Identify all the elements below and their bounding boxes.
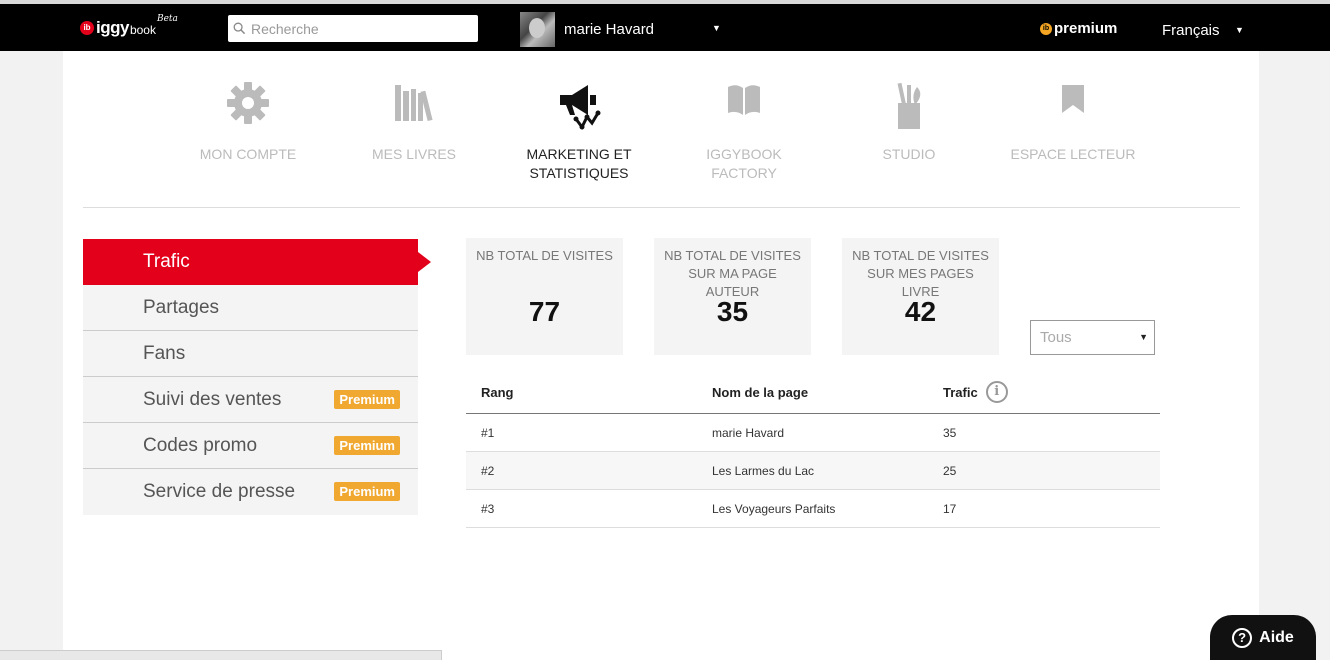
table-row: #3 Les Voyageurs Parfaits 17 [466,490,1160,528]
search-input[interactable] [251,20,471,37]
search-box[interactable] [228,15,478,42]
pencil-cup-icon [897,82,921,129]
sidebar-item-label: Suivi des ventes [143,388,282,410]
info-icon[interactable]: i [985,381,1008,403]
cell-page-name: Les Voyageurs Parfaits [712,501,836,516]
traffic-table: Rang Nom de la page Trafic i #1 marie Ha… [466,371,1160,528]
sidebar-item-label: Service de presse [143,481,296,502]
column-header-trafic: Trafic i [943,371,1008,413]
chevron-down-icon[interactable]: ▼ [712,23,721,33]
sidebar-item-label: Trafic [143,251,190,272]
browser-status-bar [0,650,442,660]
column-header-label: Trafic [943,384,978,400]
stat-value: 77 [528,296,561,327]
table-header-row: Rang Nom de la page Trafic i [466,371,1160,414]
sidebar-item-trafic[interactable]: Trafic [83,239,431,285]
sidebar-item-label: Partages [143,296,220,318]
stat-value: 35 [716,296,749,327]
sidebar-item-codes-promo[interactable]: Codes promo Premium [83,423,418,469]
nav-mon-compte[interactable]: MON COMPTE [178,81,318,164]
period-filter-select[interactable]: Tous ▼ [1030,320,1155,355]
open-book-icon [728,85,760,115]
user-menu[interactable]: marie Havard ▼ [520,12,721,47]
sidebar-item-fans[interactable]: Fans [83,331,418,377]
logo-mark-icon: ib [80,21,94,35]
column-header-nom: Nom de la page [712,384,809,400]
nav-label: STUDIO [882,146,936,162]
language-selector[interactable]: Français [1162,22,1220,39]
stat-value: 42 [904,296,937,327]
premium-badge: Premium [334,482,400,501]
nav-marketing-statistiques[interactable]: MARKETING ET STATISTIQUES [509,81,649,183]
cell-page-name: Les Larmes du Lac [712,463,815,478]
nav-label: IGGYBOOK FACTORY [706,146,782,181]
help-label: Aide [1259,628,1294,646]
sidebar-item-label: Codes promo [143,434,258,456]
nav-label: MON COMPTE [199,146,297,162]
stat-label: NB TOTAL DE VISITES SUR MES PAGES LIVRE [852,248,989,299]
search-icon [233,22,246,35]
premium-badge: Premium [334,390,400,409]
nav-iggybook-factory[interactable]: IGGYBOOK FACTORY [674,81,814,183]
select-value: Tous [1040,329,1072,346]
nav-label: MES LIVRES [371,146,457,162]
bookmark-icon [1062,85,1084,113]
help-button[interactable]: ? Aide [1210,615,1316,660]
stat-label: NB TOTAL DE VISITES [476,248,613,263]
chevron-down-icon: ▼ [1139,332,1148,342]
logo-book-text: book [129,23,156,37]
sidebar-item-suivi-des-ventes[interactable]: Suivi des ventes Premium [83,377,418,423]
cell-traffic: 17 [943,501,957,516]
sidebar-item-service-de-presse[interactable]: Service de presse Premium [83,469,418,515]
nav-studio[interactable]: STUDIO [839,81,979,164]
table-row: #1 marie Havard 35 [466,414,1160,452]
section-nav: MON COMPTE MES LIVRES MARKETING ET STATI… [63,51,1259,191]
stat-card-author-page-visits: NB TOTAL DE VISITES SUR MA PAGE AUTEUR 3… [654,238,811,355]
sidebar-item-label: Fans [143,342,186,364]
cell-page-name: marie Havard [712,425,785,440]
nav-label: MARKETING ET STATISTIQUES [526,146,632,181]
stats-sidebar: Trafic Partages Fans Suivi des ventes Pr… [83,239,431,515]
column-header-rang: Rang [481,384,514,400]
sidebar-item-partages[interactable]: Partages [83,285,418,331]
cell-traffic: 25 [943,463,957,478]
stat-label: NB TOTAL DE VISITES SUR MA PAGE AUTEUR [664,248,801,299]
divider [83,207,1240,208]
cell-rank: #1 [481,425,495,440]
chevron-down-icon[interactable]: ▼ [1235,25,1244,35]
premium-badge: Premium [334,436,400,455]
nav-espace-lecteur[interactable]: ESPACE LECTEUR [1003,81,1143,164]
cell-rank: #3 [481,501,495,516]
main-panel: MON COMPTE MES LIVRES MARKETING ET STATI… [63,51,1259,660]
logo-beta-text: Beta [156,14,178,24]
cell-rank: #2 [481,463,495,478]
premium-link[interactable]: ib premium [1040,20,1117,37]
nav-label: ESPACE LECTEUR [1010,146,1136,162]
gear-icon [227,82,269,124]
stat-card-book-pages-visits: NB TOTAL DE VISITES SUR MES PAGES LIVRE … [842,238,999,355]
logo-iggy-text: iggy [96,18,129,37]
premium-icon: ib [1040,22,1052,35]
cell-traffic: 35 [943,425,957,440]
table-row: #2 Les Larmes du Lac 25 [466,452,1160,490]
help-icon: ? [1232,627,1253,648]
nav-mes-livres[interactable]: MES LIVRES [344,81,484,164]
user-name[interactable]: marie Havard [564,21,654,38]
top-bar: ib iggy book Beta marie Havard ▼ ib prem… [0,0,1330,51]
premium-label: premium [1054,20,1118,37]
avatar[interactable] [520,12,555,47]
megaphone-chart-icon [560,85,601,130]
books-icon [395,85,433,122]
iggybook-logo[interactable]: ib iggy book Beta [80,14,178,38]
stat-card-total-visits: NB TOTAL DE VISITES 77 [466,238,623,355]
